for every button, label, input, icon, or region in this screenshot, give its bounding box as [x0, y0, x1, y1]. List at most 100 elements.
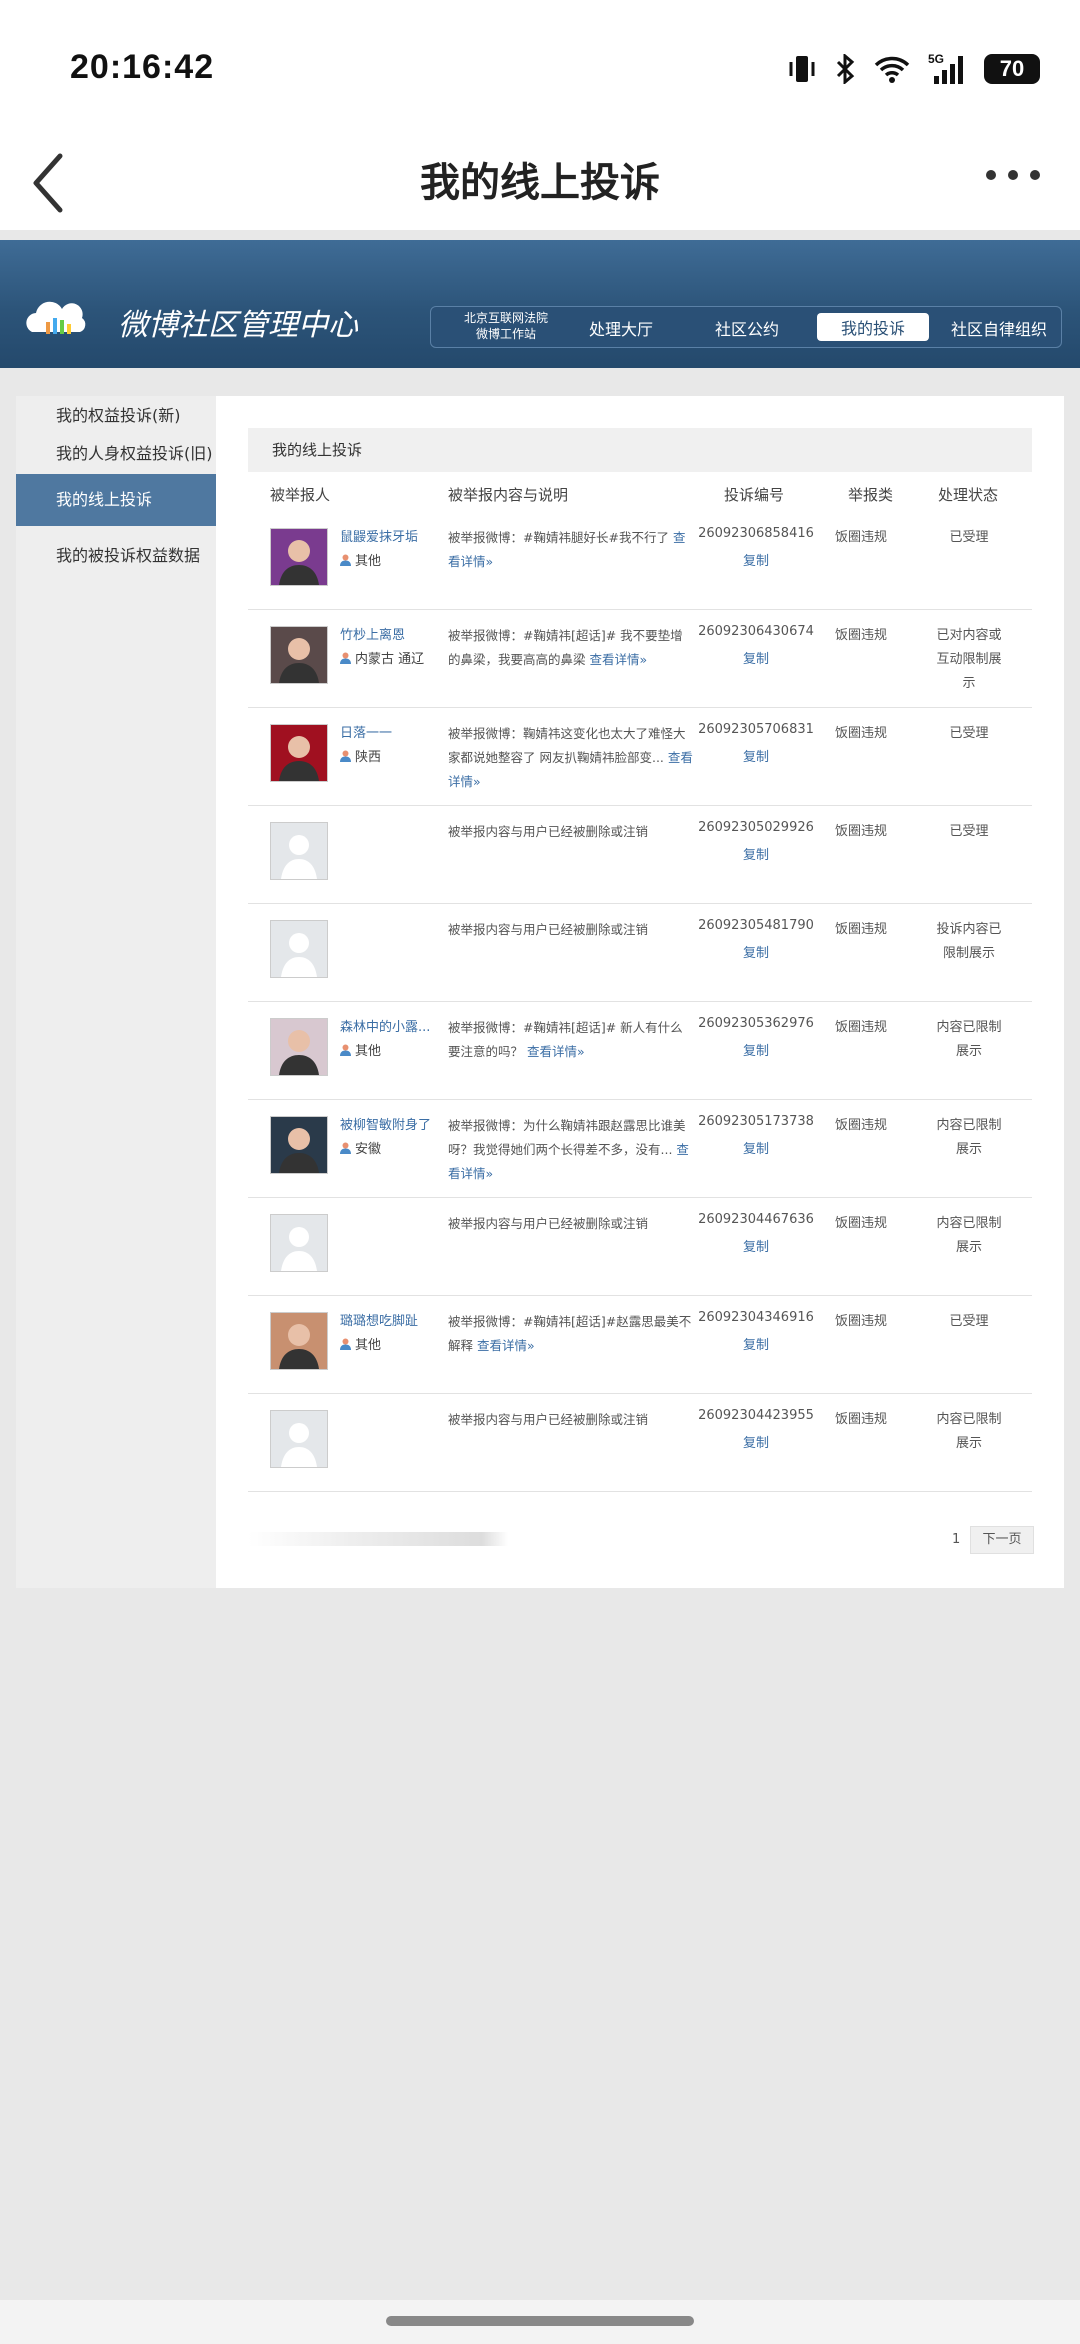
complaint-code: 26092305173738 [698, 1114, 814, 1129]
avatar[interactable] [270, 1312, 328, 1370]
reported-user-name[interactable]: 璐璐想吃脚趾 [340, 1310, 452, 1329]
nav-convention[interactable]: 社区公约 [715, 316, 779, 340]
nav-self-discipline[interactable]: 社区自律组织 [951, 316, 1047, 340]
status-icons: 5G 70 [788, 52, 1040, 86]
home-indicator[interactable] [386, 2316, 694, 2326]
report-category: 饭圈违规 [834, 922, 887, 937]
cellular-signal-icon: 5G [928, 52, 963, 84]
page-number[interactable]: 1 [952, 1532, 960, 1547]
sidebar-item-online-complaints[interactable]: 我的线上投诉 [16, 474, 216, 526]
description-text: 被举报微博：#鞠婧祎腿好长#我不行了 [448, 530, 669, 545]
table-row: 被举报内容与用户已经被删除或注销 26092304467636 复制 饭圈违规 内容已… [248, 1198, 1032, 1296]
location-text: 内蒙古 通辽 [355, 652, 425, 667]
complaint-description: 被举报内容与用户已经被删除或注销 [448, 1408, 693, 1432]
avatar[interactable] [270, 1116, 328, 1174]
report-category: 饭圈违规 [834, 824, 887, 839]
vibrate-icon [789, 56, 815, 82]
process-status: 已受理 [949, 530, 989, 545]
copy-button[interactable]: 复制 [696, 1236, 816, 1255]
avatar[interactable] [270, 1018, 328, 1076]
avatar[interactable] [270, 724, 328, 782]
table-row: 被举报内容与用户已经被删除或注销 26092304423955 复制 饭圈违规 内容已… [248, 1394, 1032, 1492]
complaint-code: 26092306430674 [698, 624, 814, 639]
more-options-icon[interactable] [986, 170, 1040, 180]
person-icon [340, 1142, 351, 1154]
copy-button[interactable]: 复制 [696, 1040, 816, 1059]
copy-button[interactable]: 复制 [696, 942, 816, 961]
avatar[interactable] [270, 528, 328, 586]
main-panel: 我的权益投诉(新) 我的人身权益投诉(旧) 我的线上投诉 我的被投诉权益数据 我… [16, 396, 1064, 1588]
report-category: 饭圈违规 [834, 1314, 887, 1329]
top-nav: 北京互联网法院 微博工作站 处理大厅 社区公约 我的投诉 社区自律组织 [430, 306, 1062, 348]
person-icon [340, 652, 351, 664]
reported-user-location: 其他 [340, 550, 381, 569]
col-reported-user: 被举报人 [270, 486, 331, 504]
table-row: 璐璐想吃脚趾 其他 被举报微博：#鞠婧祎[超话]#赵露思最美不解释 查看详情» 260… [248, 1296, 1032, 1394]
complaint-code: 26092304346916 [698, 1310, 814, 1325]
location-text: 其他 [355, 554, 382, 569]
process-status: 内容已限制展示 [936, 1118, 1002, 1157]
col-category: 举报类 [848, 486, 894, 504]
report-category: 饭圈违规 [834, 1216, 887, 1231]
location-text: 其他 [355, 1044, 382, 1059]
reported-user-name[interactable]: 日落一一 [340, 722, 452, 741]
reported-user-location: 安徽 [340, 1138, 381, 1157]
complaint-description: 被举报微博：#鞠婧祎腿好长#我不行了 查看详情» [448, 526, 693, 574]
description-text: 被举报内容与用户已经被删除或注销 [448, 922, 649, 937]
complaint-description: 被举报微博：#鞠婧祎[超话]# 我不要垫增的鼻梁，我要高高的鼻梁 查看详情» [448, 624, 693, 672]
copy-button[interactable]: 复制 [696, 1432, 816, 1451]
reported-user-location: 其他 [340, 1040, 381, 1059]
view-details-link[interactable]: 查看详情» [590, 652, 648, 667]
complaint-description: 被举报微博：#鞠婧祎[超话]#赵露思最美不解释 查看详情» [448, 1310, 693, 1358]
nav-my-complaints[interactable]: 我的投诉 [817, 313, 930, 341]
reported-user-name[interactable]: 被柳智敏附身了 [340, 1114, 452, 1133]
blurred-note [248, 1532, 508, 1546]
nav-hall[interactable]: 处理大厅 [589, 316, 653, 340]
next-page-button[interactable]: 下一页 [970, 1526, 1034, 1554]
clock: 20:16:42 [70, 48, 215, 86]
copy-button[interactable]: 复制 [696, 1138, 816, 1157]
copy-button[interactable]: 复制 [696, 746, 816, 765]
col-code: 投诉编号 [724, 486, 785, 504]
cloud-logo-icon [26, 301, 86, 334]
copy-button[interactable]: 复制 [696, 648, 816, 667]
copy-button[interactable]: 复制 [696, 844, 816, 863]
court-link[interactable]: 北京互联网法院 微博工作站 [451, 310, 561, 342]
complaint-code: 26092304467636 [698, 1212, 814, 1227]
reported-user-name[interactable]: 鼠鼹爱抹牙垢 [340, 526, 452, 545]
process-status: 已受理 [949, 1314, 989, 1329]
complaint-description: 被举报内容与用户已经被删除或注销 [448, 820, 693, 844]
description-text: 被举报内容与用户已经被删除或注销 [448, 1412, 649, 1427]
person-icon [340, 1338, 351, 1350]
col-status: 处理状态 [938, 486, 999, 504]
content-area: 我的线上投诉 被举报人 被举报内容与说明 投诉编号 举报类 处理状态 鼠鼹爱抹牙… [248, 428, 1032, 1492]
person-icon [340, 750, 351, 762]
avatar[interactable] [270, 626, 328, 684]
complaint-code: 26092305362976 [698, 1016, 814, 1031]
sidebar-item-rights-new[interactable]: 我的权益投诉(新) [56, 402, 181, 426]
description-text: 被举报微博：为什么鞠婧祎跟赵露思比谁美呀？我觉得她们两个长得差不多，没有... [448, 1118, 686, 1157]
pagination: 1 下一页 [248, 1526, 1034, 1556]
complaint-description: 被举报微博：#鞠婧祎[超话]# 新人有什么要注意的吗？ 查看详情» [448, 1016, 693, 1064]
table-row: 被举报内容与用户已经被删除或注销 26092305029926 复制 饭圈违规 已受理 [248, 806, 1032, 904]
content-heading: 我的线上投诉 [248, 428, 1032, 472]
sidebar-item-complained-data[interactable]: 我的被投诉权益数据 [56, 542, 200, 566]
wifi-icon [874, 56, 910, 83]
sidebar-item-personal-rights-old[interactable]: 我的人身权益投诉(旧) [56, 440, 213, 464]
copy-button[interactable]: 复制 [696, 1334, 816, 1353]
view-details-link[interactable]: 查看详情» [477, 1338, 535, 1353]
complaint-description: 被举报内容与用户已经被删除或注销 [448, 918, 693, 942]
process-status: 内容已限制展示 [936, 1412, 1002, 1451]
reported-user-location: 内蒙古 通辽 [340, 648, 424, 667]
default-avatar [270, 920, 328, 978]
copy-button[interactable]: 复制 [696, 550, 816, 569]
complaint-description: 被举报内容与用户已经被删除或注销 [448, 1212, 693, 1236]
reported-user-name[interactable]: 森林中的小露... [340, 1016, 452, 1035]
bluetooth-icon [836, 54, 855, 84]
report-category: 饭圈违规 [834, 726, 887, 741]
complaint-description: 被举报微博：为什么鞠婧祎跟赵露思比谁美呀？我觉得她们两个长得差不多，没有... … [448, 1114, 693, 1186]
reported-user-name[interactable]: 竹杪上离恩 [340, 624, 452, 643]
report-category: 饭圈违规 [834, 530, 887, 545]
view-details-link[interactable]: 查看详情» [527, 1044, 585, 1059]
description-text: 被举报内容与用户已经被删除或注销 [448, 824, 649, 839]
